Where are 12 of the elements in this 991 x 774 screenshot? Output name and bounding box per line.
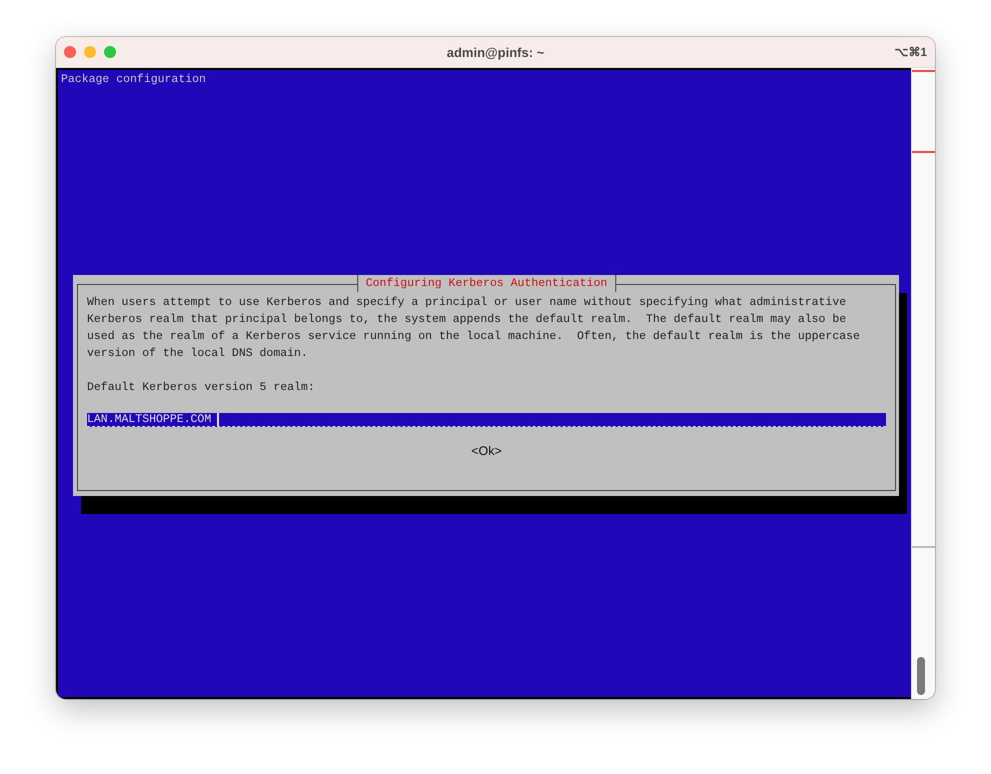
screen-header: Package configuration (61, 73, 206, 86)
close-icon[interactable] (64, 46, 76, 58)
dialog-title: Configuring Kerberos Authentication (356, 275, 616, 292)
description-text: When users attempt to use Kerberos and specify a principal or user name without specifying what administrative Kerberos realm that principal belongs to, the system appends the default realm. The default realm may also be used as the realm of a Kerberos service running on the local machine. Often, the default realm is the uppercase version of the local DNS domain. (87, 295, 861, 362)
minimize-icon[interactable] (84, 46, 96, 58)
zoom-icon[interactable] (104, 46, 116, 58)
window-title: admin@pinfs: ~ (446, 44, 544, 60)
ok-button[interactable]: <Ok> (469, 444, 504, 458)
scrollbar[interactable] (911, 68, 935, 699)
shortcut-label: ⌥⌘1 (894, 45, 927, 59)
field-prompt: Default Kerberos version 5 realm: (87, 380, 316, 396)
input-field[interactable]: LAN.MALTSHOPPE.COM (87, 413, 886, 427)
